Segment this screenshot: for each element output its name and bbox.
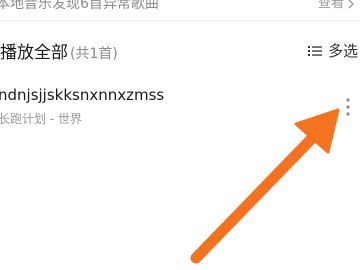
local-music-page: 本地音乐发现6首异常歌曲 查看 播放全部 (共1首) 多选 ndnjsjjskk… xyxy=(0,0,360,270)
divider xyxy=(0,20,360,21)
abnormal-songs-notice[interactable]: 本地音乐发现6首异常歌曲 查看 xyxy=(0,0,360,18)
play-all-button[interactable]: 播放全部 (共1首) xyxy=(0,38,118,63)
song-artist-album: 长跑计划 - 世界 xyxy=(0,112,82,126)
song-list-item[interactable]: ndnjsjjskksnxnnxzmss 长跑计划 - 世界 xyxy=(0,78,360,130)
notice-text: 本地音乐发现6首异常歌曲 xyxy=(0,0,159,12)
multi-select-label: 多选 xyxy=(327,42,358,60)
song-list-header: 播放全部 (共1首) 多选 xyxy=(0,34,360,66)
list-icon xyxy=(307,45,322,56)
more-vertical-icon[interactable] xyxy=(340,96,356,118)
notice-view-link[interactable]: 查看 xyxy=(318,0,356,14)
chevron-right-icon xyxy=(348,0,354,9)
notice-view-label: 查看 xyxy=(317,0,344,11)
song-title: ndnjsjjskksnxnnxzmss xyxy=(0,86,165,104)
multi-select-button[interactable]: 多选 xyxy=(307,40,358,61)
song-count: (共1首) xyxy=(70,46,118,62)
play-all-label: 播放全部 xyxy=(0,43,68,63)
